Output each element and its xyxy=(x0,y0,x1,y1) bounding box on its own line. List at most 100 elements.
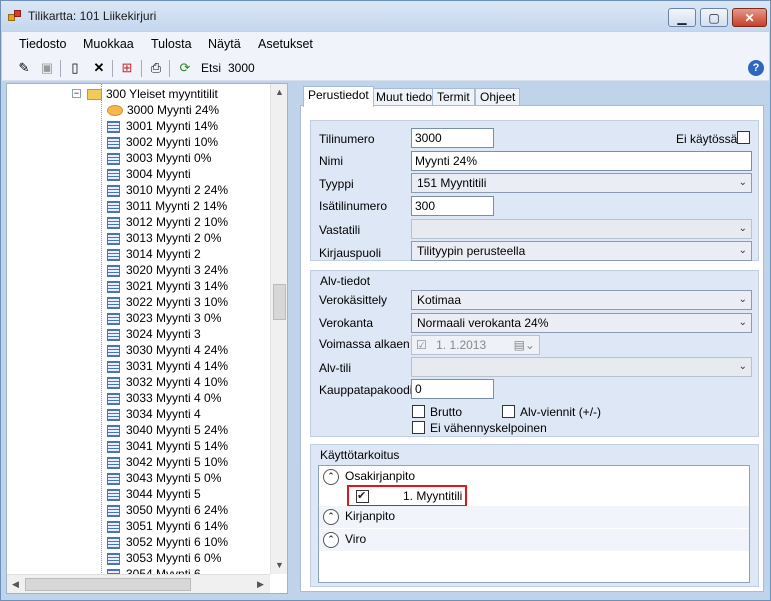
ei-vahennys-checkbox[interactable] xyxy=(412,421,425,434)
scroll-down-icon[interactable]: ▼ xyxy=(273,559,286,572)
scroll-up-icon[interactable]: ▲ xyxy=(273,86,286,99)
tree-item[interactable]: 3023 Myynti 3 0% xyxy=(107,310,221,326)
brutto-checkbox[interactable] xyxy=(412,405,425,418)
tree-item-label: 3020 Myynti 3 24% xyxy=(126,263,229,277)
tree-item[interactable]: 3033 Myynti 4 0% xyxy=(107,390,221,406)
myyntitili-label: 1. Myyntitili xyxy=(403,489,463,503)
alv-viennit-checkbox[interactable] xyxy=(502,405,515,418)
toolbar-separator xyxy=(169,60,170,77)
tree-item[interactable]: 3052 Myynti 6 10% xyxy=(107,534,228,550)
tab-termit[interactable]: Termit xyxy=(432,88,475,106)
refresh-icon[interactable]: ⟳ xyxy=(177,60,193,76)
scroll-left-icon[interactable]: ◀ xyxy=(9,578,22,591)
tree-item[interactable]: 3021 Myynti 3 14% xyxy=(107,278,228,294)
help-icon[interactable]: ? xyxy=(748,60,764,76)
scroll-right-icon[interactable]: ▶ xyxy=(254,578,267,591)
viro-header[interactable]: ⌃ Viro xyxy=(319,529,749,551)
document-icon xyxy=(107,200,120,213)
maximize-button[interactable]: ▢ xyxy=(700,8,728,27)
kirjauspuoli-select[interactable]: Tilityypin perusteella ⌄ xyxy=(411,241,752,261)
vastatili-select[interactable]: ⌄ xyxy=(411,219,752,239)
nimi-field[interactable]: Myynti 24% xyxy=(411,151,752,171)
tree-item[interactable]: 3043 Myynti 5 0% xyxy=(107,470,221,486)
tree-item[interactable]: 3044 Myynti 5 xyxy=(107,486,201,502)
menu-tulosta[interactable]: Tulosta xyxy=(151,37,192,51)
tyyppi-select[interactable]: 151 Myyntitili ⌄ xyxy=(411,173,752,193)
tree-item[interactable]: 3031 Myynti 4 14% xyxy=(107,358,228,374)
verokanta-value: Normaali verokanta 24% xyxy=(417,316,549,330)
tree-item-label: 3022 Myynti 3 10% xyxy=(126,295,229,309)
tree-item[interactable]: 3024 Myynti 3 xyxy=(107,326,201,342)
tyyppi-value: 151 Myyntitili xyxy=(417,176,487,190)
kauppatapa-field[interactable]: 0 xyxy=(411,379,494,399)
edit-icon[interactable]: ✎ xyxy=(16,60,32,76)
kayttotarkoitus-title: Käyttötarkoitus xyxy=(320,448,400,462)
menu-nayta[interactable]: Näytä xyxy=(208,37,241,51)
scroll-thumb[interactable] xyxy=(273,284,286,320)
tree-item[interactable]: 3040 Myynti 5 24% xyxy=(107,422,228,438)
search-input[interactable]: 3000 xyxy=(228,61,255,75)
tree-parent-node[interactable]: − 300 Yleiset myyntitilit xyxy=(72,86,218,102)
tree-vertical-scrollbar[interactable]: ▲ ▼ xyxy=(270,84,287,574)
new-document-icon[interactable]: ▯ xyxy=(67,60,83,76)
details-pane: Perustiedot Muut tiedot Termit Ohjeet Ti… xyxy=(297,83,767,594)
tab-perustiedot[interactable]: Perustiedot xyxy=(303,86,374,107)
document-icon xyxy=(107,424,120,437)
tree-item[interactable]: 3020 Myynti 3 24% xyxy=(107,262,228,278)
save-icon[interactable]: ▣ xyxy=(39,60,55,76)
verokasittely-select[interactable]: Kotimaa ⌄ xyxy=(411,290,752,310)
collapse-icon[interactable]: − xyxy=(72,89,81,98)
tree-add-icon[interactable]: ⊞ xyxy=(119,60,135,76)
tree-item[interactable]: 3034 Myynti 4 xyxy=(107,406,201,422)
tree-item[interactable]: 3032 Myynti 4 10% xyxy=(107,374,228,390)
voimassa-checkbox-icon: ☑ xyxy=(416,338,427,352)
verokanta-select[interactable]: Normaali verokanta 24% ⌄ xyxy=(411,313,752,333)
menu-tiedosto[interactable]: Tiedosto xyxy=(19,37,66,51)
chevron-up-icon[interactable]: ⌃ xyxy=(323,509,339,525)
tilinumero-field[interactable]: 3000 xyxy=(411,128,494,148)
tree-item-label: 3054 Myynti 6 xyxy=(126,567,201,574)
tree-item[interactable]: 3041 Myynti 5 14% xyxy=(107,438,228,454)
tree-item[interactable]: 3054 Myynti 6 xyxy=(107,566,201,574)
tree-item[interactable]: 3051 Myynti 6 14% xyxy=(107,518,228,534)
menu-muokkaa[interactable]: Muokkaa xyxy=(83,37,134,51)
document-icon xyxy=(107,440,120,453)
tree-horizontal-scrollbar[interactable]: ◀ ▶ xyxy=(7,574,270,593)
tree-item[interactable]: 3014 Myynti 2 xyxy=(107,246,201,262)
minimize-button[interactable]: ▁ xyxy=(668,8,696,27)
nimi-label: Nimi xyxy=(319,154,343,168)
ei-kaytossa-checkbox[interactable] xyxy=(737,131,750,144)
tree-item[interactable]: 3013 Myynti 2 0% xyxy=(107,230,221,246)
alv-group: Alv-tiedot Verokäsittely Kotimaa ⌄ Veroka… xyxy=(310,270,759,437)
close-button[interactable]: ✕ xyxy=(732,8,767,27)
tree-item[interactable]: 3012 Myynti 2 10% xyxy=(107,214,228,230)
chevron-up-icon[interactable]: ⌃ xyxy=(323,469,339,485)
tree-item[interactable]: 3003 Myynti 0% xyxy=(107,150,211,166)
tree-item[interactable]: 3011 Myynti 2 14% xyxy=(107,198,227,214)
tree-item[interactable]: 3010 Myynti 2 24% xyxy=(107,182,228,198)
tree-item[interactable]: 3042 Myynti 5 10% xyxy=(107,454,228,470)
print-icon[interactable]: ⎙ xyxy=(148,60,164,76)
chevron-up-icon[interactable]: ⌃ xyxy=(323,532,339,548)
tree-item[interactable]: 3001 Myynti 14% xyxy=(107,118,218,134)
tab-muut-tiedot[interactable]: Muut tiedot xyxy=(371,88,441,106)
tree-item[interactable]: 3050 Myynti 6 24% xyxy=(107,502,228,518)
tree-item[interactable]: 3053 Myynti 6 0% xyxy=(107,550,221,566)
tree-item[interactable]: 3004 Myynti xyxy=(107,166,191,182)
tree-item[interactable]: 3000 Myynti 24% xyxy=(107,102,219,118)
tree-item[interactable]: 3002 Myynti 10% xyxy=(107,134,218,150)
voimassa-date-picker[interactable]: ☑ 1. 1.2013 ▤⌄ xyxy=(411,335,540,355)
document-icon xyxy=(107,360,120,373)
menu-asetukset[interactable]: Asetukset xyxy=(258,37,313,51)
alvtili-select[interactable]: ⌄ xyxy=(411,357,752,377)
tree-item[interactable]: 3030 Myynti 4 24% xyxy=(107,342,228,358)
tree-item-label: 3041 Myynti 5 14% xyxy=(126,439,229,453)
kirjanpito-header[interactable]: ⌃ Kirjanpito xyxy=(319,506,749,528)
isatili-field[interactable]: 300 xyxy=(411,196,494,216)
delete-icon[interactable]: ✕ xyxy=(91,60,107,76)
tree-item[interactable]: 3022 Myynti 3 10% xyxy=(107,294,228,310)
tree-item-label: 3030 Myynti 4 24% xyxy=(126,343,229,357)
tab-ohjeet[interactable]: Ohjeet xyxy=(475,88,521,106)
scroll-thumb[interactable] xyxy=(25,578,191,591)
myyntitili-checkbox[interactable] xyxy=(356,489,369,503)
